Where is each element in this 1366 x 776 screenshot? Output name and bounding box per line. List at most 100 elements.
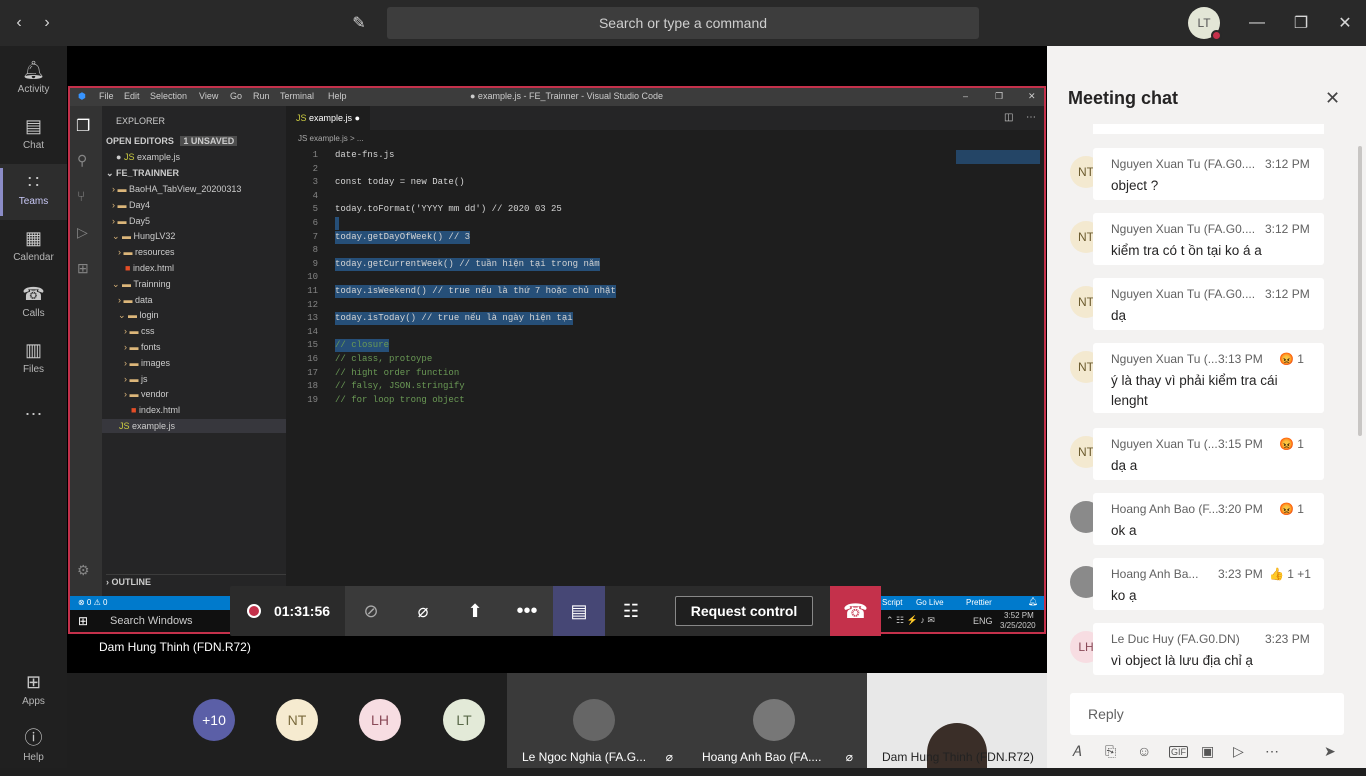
more-actions-button[interactable]: ••• <box>501 586 553 636</box>
vscode-maximize-icon[interactable]: ❐ <box>995 91 1003 102</box>
rail-apps[interactable]: ⊞ Apps <box>0 664 67 720</box>
request-control-button[interactable]: Request control <box>675 596 813 626</box>
share-screen-button[interactable]: ⬆ <box>449 586 501 636</box>
open-editor-item[interactable]: ● JS example.js <box>116 150 180 164</box>
tree-item[interactable]: › ▬ js <box>124 372 148 386</box>
split-editor-icon[interactable]: ◫ <box>1004 112 1013 123</box>
code-editor[interactable]: JS example.js ● ◫ ⋯ JS example.js > ... … <box>286 106 1044 596</box>
chat-message[interactable]: Nguyen Xuan Tu (... 3:15 PM dạ a 😡 1 <box>1093 428 1324 480</box>
participant-avatar-nt[interactable]: NT <box>276 699 318 741</box>
extensions-icon[interactable]: ⊞ <box>77 260 89 277</box>
chat-message[interactable]: Nguyen Xuan Tu (... 3:13 PM ý là thay vì p… <box>1093 343 1324 413</box>
open-editors-section[interactable]: OPEN EDITORS 1 UNSAVED <box>106 134 238 148</box>
attach-icon[interactable]: ⎘ <box>1105 743 1116 760</box>
sticker-icon[interactable]: ▣ <box>1201 743 1214 760</box>
windows-start-icon[interactable]: ⊞ <box>78 614 88 628</box>
tree-item[interactable]: › ▬ resources <box>118 245 175 259</box>
rail-calls[interactable]: ☎ Calls <box>0 276 67 332</box>
user-avatar[interactable]: LT <box>1188 7 1222 41</box>
menu-go[interactable]: Go <box>230 91 242 101</box>
menu-help[interactable]: Help <box>328 91 347 101</box>
taskbar-search[interactable]: Search Windows <box>110 615 193 627</box>
maximize-icon[interactable]: ❐ <box>1290 12 1312 34</box>
chat-message[interactable]: Nguyen Xuan Tu (FA.G0.... 3:12 PM dạ <box>1093 278 1324 330</box>
participant-tile[interactable]: Le Ngoc Nghia (FA.G... ⌀ <box>507 673 687 768</box>
chat-scrollbar[interactable] <box>1358 146 1362 436</box>
overflow-participants[interactable]: +10 <box>193 699 235 741</box>
rail-files[interactable]: ▥ Files <box>0 332 67 388</box>
mic-off-button[interactable]: ⌀ <box>397 586 449 636</box>
participant-tile[interactable]: Hoang Anh Bao (FA.... ⌀ <box>687 673 867 768</box>
tree-item[interactable]: › ▬ fonts <box>124 340 161 354</box>
tree-item[interactable]: › ▬ data <box>118 293 153 307</box>
notification-bell-icon[interactable]: 🔔︎ <box>1028 597 1038 606</box>
tree-item[interactable]: ■ index.html <box>118 261 174 275</box>
menu-edit[interactable]: Edit <box>124 91 140 101</box>
close-icon[interactable]: ✕ <box>1334 12 1356 34</box>
tree-item[interactable]: › ▬ BaoHA_TabView_20200313 <box>112 182 241 196</box>
chat-message[interactable]: Nguyen Xuan Tu (FA.G0.... 3:12 PM object ? <box>1093 148 1324 200</box>
rail-chat[interactable]: ▤ Chat <box>0 108 67 164</box>
show-participants-button[interactable]: ☷ <box>605 586 657 636</box>
tree-item[interactable]: ⌄ ▬ login <box>118 308 159 322</box>
reply-input[interactable]: Reply <box>1070 693 1344 735</box>
camera-off-button[interactable]: ⊘ <box>345 586 397 636</box>
tab-example-js[interactable]: JS example.js ● <box>286 106 370 130</box>
rail-teams[interactable]: ∷ Teams <box>0 164 67 220</box>
settings-gear-icon[interactable]: ⚙ <box>77 562 90 579</box>
search-input[interactable]: Search or type a command <box>387 7 979 39</box>
tree-item[interactable]: JS example.js <box>102 419 286 433</box>
send-icon[interactable]: ➤ <box>1324 743 1336 760</box>
explorer-icon[interactable]: ❐ <box>76 116 90 136</box>
vscode-minimize-icon[interactable]: – <box>963 91 968 101</box>
new-chat-icon[interactable]: ✎ <box>348 12 370 34</box>
chat-message[interactable]: Hoang Anh Ba... 3:23 PM ko ạ 👍 1 +1 <box>1093 558 1324 610</box>
rail-activity[interactable]: 🔔︎ Activity <box>0 52 67 108</box>
tree-item[interactable]: ⌄ ▬ Trainning <box>112 277 171 291</box>
chat-message[interactable]: Hoang Anh Bao (F... 3:20 PM ok a 😡 1 <box>1093 493 1324 545</box>
message-reaction[interactable]: 😡 1 <box>1279 352 1304 366</box>
participant-avatar-lh[interactable]: LH <box>359 699 401 741</box>
menu-view[interactable]: View <box>199 91 218 101</box>
message-reaction[interactable]: 😡 1 <box>1279 502 1304 516</box>
gif-icon[interactable]: GIF <box>1169 746 1188 758</box>
prettier-status[interactable]: Prettier <box>966 598 992 607</box>
tree-item[interactable]: › ▬ Day4 <box>112 198 150 212</box>
hang-up-button[interactable]: ☎ <box>830 586 881 636</box>
record-icon[interactable] <box>240 586 268 636</box>
chat-message[interactable]: Le Duc Huy (FA.G0.DN) 3:23 PM vì object là… <box>1093 623 1324 675</box>
go-live-button[interactable]: Go Live <box>916 598 944 607</box>
source-control-icon[interactable]: ⑂ <box>77 188 85 204</box>
more-options-icon[interactable]: ⋯ <box>1265 743 1279 760</box>
back-arrow-icon[interactable]: ‹ <box>8 12 30 34</box>
message-reaction[interactable]: 😡 1 <box>1279 437 1304 451</box>
forward-arrow-icon[interactable]: › <box>36 12 58 34</box>
menu-file[interactable]: File <box>99 91 114 101</box>
minimize-icon[interactable]: — <box>1246 12 1268 34</box>
menu-run[interactable]: Run <box>253 91 270 101</box>
more-apps-button[interactable]: ⋯ <box>0 396 67 426</box>
tree-item[interactable]: › ▬ Day5 <box>112 214 150 228</box>
emoji-icon[interactable]: ☺ <box>1137 743 1151 759</box>
tree-item[interactable]: ⌄ ▬ HungLV32 <box>112 229 175 243</box>
rail-calendar[interactable]: ▦ Calendar <box>0 220 67 276</box>
menu-terminal[interactable]: Terminal <box>280 91 314 101</box>
more-actions-icon[interactable]: ⋯ <box>1026 112 1036 123</box>
tree-item[interactable]: › ▬ vendor <box>124 387 169 401</box>
search-icon[interactable]: ⚲ <box>77 152 87 169</box>
participant-avatar-lt[interactable]: LT <box>443 699 485 741</box>
tree-item[interactable]: ■ index.html <box>124 403 180 417</box>
format-icon[interactable]: 𝐴 <box>1072 743 1081 760</box>
show-conversation-button[interactable]: ▤ <box>553 586 605 636</box>
language-mode[interactable]: Script <box>882 598 902 607</box>
debug-icon[interactable]: ▷ <box>77 224 88 241</box>
chat-message[interactable]: Nguyen Xuan Tu (FA.G0.... 3:12 PM kiểm tra… <box>1093 213 1324 265</box>
meet-now-icon[interactable]: ▷ <box>1233 743 1244 760</box>
participant-video-tile[interactable]: Dam Hung Thinh (FDN.R72) <box>867 673 1047 768</box>
vscode-close-icon[interactable]: ✕ <box>1028 91 1036 102</box>
message-reaction[interactable]: 👍 1 +1 <box>1269 567 1311 581</box>
root-folder[interactable]: ⌄ FE_TRAINNER <box>106 166 179 180</box>
problems-status[interactable]: ⊗ 0 ⚠ 0 <box>78 598 107 607</box>
tree-item[interactable]: › ▬ images <box>124 356 170 370</box>
taskbar-language[interactable]: ENG <box>973 616 993 626</box>
